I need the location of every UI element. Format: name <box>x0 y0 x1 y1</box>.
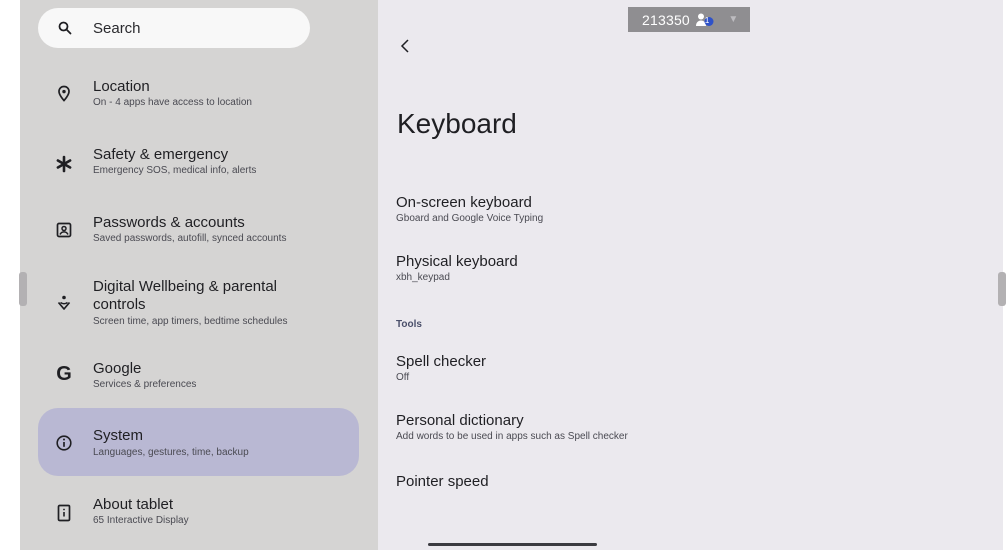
setting-title: Personal dictionary <box>396 412 524 429</box>
tablet-icon <box>57 504 71 522</box>
sidebar-item-title-line2: controls <box>93 296 146 313</box>
section-header-tools: Tools <box>396 319 422 330</box>
setting-physical-keyboard[interactable]: Physical keyboard xbh_keypad <box>396 253 518 284</box>
badge-number: 213350 <box>642 11 690 28</box>
sidebar-item-title: Safety & emergency <box>93 146 229 163</box>
sidebar-item-title: About tablet <box>93 496 174 513</box>
search-bar[interactable]: Search <box>38 8 310 48</box>
gesture-nav-bar[interactable] <box>428 543 597 546</box>
back-button[interactable] <box>398 38 412 59</box>
sidebar-item-subtitle: 65 Interactive Display <box>93 515 189 526</box>
sidebar-item-subtitle: Emergency SOS, medical info, alerts <box>93 165 257 176</box>
wellbeing-icon <box>57 295 71 310</box>
sidebar-item-digital-wellbeing[interactable]: Digital Wellbeing & parental controls Sc… <box>38 276 359 336</box>
account-box-icon <box>56 222 72 238</box>
search-placeholder: Search <box>93 19 141 37</box>
sidebar-item-passwords-accounts[interactable]: Passwords & accounts Saved passwords, au… <box>38 210 359 254</box>
setting-subtitle: xbh_keypad <box>396 272 450 283</box>
location-pin-icon <box>58 85 70 102</box>
setting-subtitle: Add words to be used in apps such as Spe… <box>396 431 628 442</box>
settings-sidebar: Search Location On - 4 apps have access … <box>20 0 378 550</box>
sidebar-item-title: Passwords & accounts <box>93 214 245 231</box>
back-arrow-icon <box>400 39 409 53</box>
setting-subtitle: Off <box>396 372 410 383</box>
sidebar-item-location[interactable]: Location On - 4 apps have access to loca… <box>38 74 359 118</box>
setting-spell-checker[interactable]: Spell checker Off <box>396 353 486 384</box>
sidebar-item-google[interactable]: G Google Services & preferences <box>38 358 359 402</box>
sidebar-item-system[interactable]: System Languages, gestures, time, backup <box>38 408 359 476</box>
sidebar-item-title: Google <box>93 360 142 377</box>
setting-title: On-screen keyboard <box>396 194 532 211</box>
info-icon <box>56 435 72 451</box>
users-icon: 1 <box>695 13 718 27</box>
google-g-icon: G <box>56 363 72 385</box>
setting-subtitle: Gboard and Google Voice Typing <box>396 213 544 224</box>
sidebar-item-subtitle: Services & preferences <box>93 379 197 390</box>
page-title: Keyboard <box>397 108 517 139</box>
chevron-down-icon: ▼ <box>728 14 739 25</box>
sidebar-item-title: Digital Wellbeing & parental <box>93 278 277 295</box>
sidebar-item-subtitle: Languages, gestures, time, backup <box>93 447 249 458</box>
setting-personal-dictionary[interactable]: Personal dictionary Add words to be used… <box>396 412 628 443</box>
sidebar-item-subtitle: Saved passwords, autofill, synced accoun… <box>93 233 287 244</box>
sidebar-item-subtitle: Screen time, app timers, bedtime schedul… <box>93 316 288 327</box>
search-icon <box>58 21 72 35</box>
asterisk-icon <box>56 155 72 173</box>
setting-title: Spell checker <box>396 353 487 370</box>
status-badge[interactable]: 213350 1 ▼ <box>628 7 750 32</box>
setting-on-screen-keyboard[interactable]: On-screen keyboard Gboard and Google Voi… <box>396 194 543 225</box>
sidebar-item-title: Location <box>93 78 150 95</box>
sidebar-item-about-tablet[interactable]: About tablet 65 Interactive Display <box>38 494 359 538</box>
badge-user-count: 1 <box>704 16 710 25</box>
setting-title: Physical keyboard <box>396 253 518 270</box>
sidebar-item-subtitle: On - 4 apps have access to location <box>93 97 252 108</box>
right-edge-handle[interactable] <box>998 272 1006 306</box>
setting-pointer-speed[interactable]: Pointer speed <box>396 473 489 491</box>
sidebar-item-safety-emergency[interactable]: Safety & emergency Emergency SOS, medica… <box>38 142 359 186</box>
left-edge-handle[interactable] <box>19 272 27 306</box>
sidebar-item-title: System <box>93 427 144 444</box>
setting-title: Pointer speed <box>396 473 489 490</box>
